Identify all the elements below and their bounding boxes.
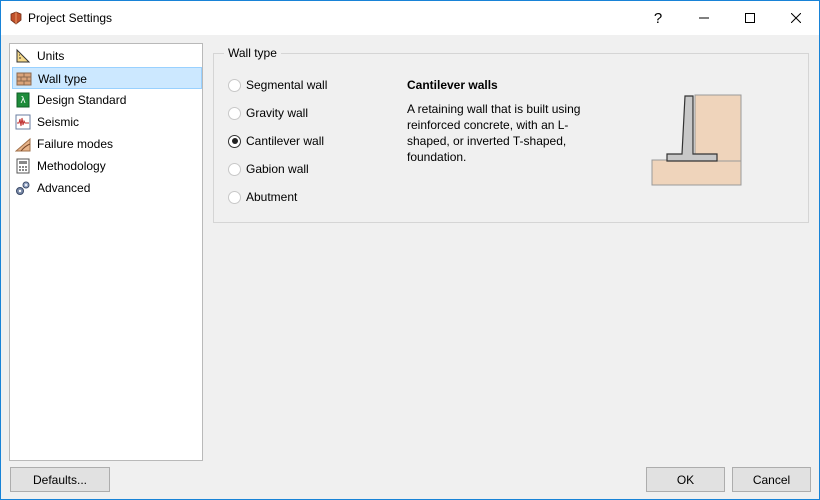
window-title: Project Settings [28,11,113,25]
maximize-button[interactable] [727,1,773,35]
methodology-icon [16,158,30,174]
minimize-icon [699,17,709,19]
app-icon [10,11,22,25]
nav-item-label: Units [37,49,65,63]
nav-item-label: Failure modes [37,137,114,151]
svg-text:λ: λ [20,96,26,106]
radio-label: Gabion wall [246,162,309,176]
radio-cantilever-wall[interactable]: Cantilever wall [228,133,324,149]
radio-gravity-wall[interactable]: Gravity wall [228,105,308,121]
wall-type-icon [16,72,32,86]
nav-item-seismic[interactable]: Seismic [12,111,202,133]
close-button[interactable] [773,1,819,35]
nav-item-design-standard[interactable]: λ Design Standard [12,89,202,111]
nav-item-failure-modes[interactable]: Failure modes [12,133,202,155]
radio-segmental-wall[interactable]: Segmental wall [228,77,327,93]
radio-gabion-wall[interactable]: Gabion wall [228,161,309,177]
radio-label: Abutment [246,190,298,204]
nav-item-methodology[interactable]: Methodology [12,155,202,177]
nav-item-label: Seismic [37,115,80,129]
minimize-button[interactable] [681,1,727,35]
cantilever-wall-illustration [651,94,742,186]
nav-item-units[interactable]: Units [12,45,202,67]
help-icon: ? [653,9,663,27]
radio-label: Gravity wall [246,106,309,120]
project-settings-window: Project Settings ? Units Wall type λ Des… [0,0,820,500]
nav-item-label: Design Standard [37,93,127,107]
radio-circle [228,106,241,120]
description-title: Cantilever walls [407,78,498,92]
units-icon [16,48,31,63]
nav-item-label: Wall type [38,72,87,86]
radio-abutment[interactable]: Abutment [228,189,297,205]
advanced-icon [16,181,30,195]
group-title: Wall type [224,46,281,60]
radio-circle [228,78,241,92]
nav-item-label: Advanced [37,181,91,195]
failure-modes-icon [15,137,31,152]
design-standard-icon: λ [16,92,30,108]
radio-label: Segmental wall [246,78,328,92]
maximize-icon [745,13,755,23]
title-bar: Project Settings ? [1,1,819,35]
radio-circle [228,162,241,176]
ok-button[interactable]: OK [646,467,725,492]
radio-circle [228,190,241,204]
seismic-icon [15,114,31,130]
radio-label: Cantilever wall [246,134,325,148]
nav-item-advanced[interactable]: Advanced [12,177,202,199]
radio-circle [228,134,241,148]
settings-nav-list: Units Wall type λ Design Standard Seismi… [9,43,203,461]
nav-item-wall-type[interactable]: Wall type [12,67,202,89]
description-text: A retaining wall that is built using rei… [407,102,581,164]
wall-type-group: Wall type Segmental wall Gravity wall Ca… [213,46,809,223]
defaults-button[interactable]: Defaults... [10,467,110,492]
nav-item-label: Methodology [37,159,106,173]
cancel-button[interactable]: Cancel [732,467,811,492]
help-button[interactable]: ? [635,1,681,35]
close-icon [791,13,801,23]
